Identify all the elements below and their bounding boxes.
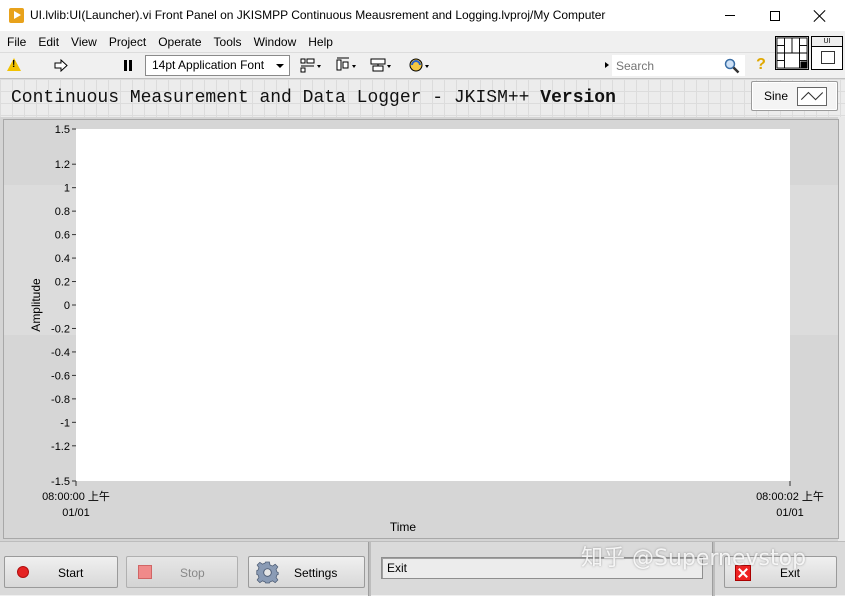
signal-type-ring[interactable]: Sine [751, 81, 838, 111]
x-axis-label: Time [390, 520, 417, 534]
plot-area[interactable] [76, 129, 790, 481]
vi-icon[interactable]: UI [811, 36, 843, 70]
record-circle-icon [17, 566, 29, 578]
stop-button-label: Stop [180, 566, 205, 580]
font-select-value: 14pt Application Font [152, 58, 265, 72]
close-button[interactable] [797, 0, 843, 31]
front-panel: Continuous Measurement and Data Logger -… [0, 78, 845, 596]
context-help-icon[interactable]: ? [753, 56, 769, 75]
y-tick-label: -1 [60, 417, 70, 429]
bottom-divider [368, 542, 371, 596]
menu-tools[interactable]: Tools [208, 35, 248, 49]
menu-window[interactable]: Window [248, 35, 303, 49]
resize-objects-icon[interactable] [369, 57, 393, 74]
settings-button[interactable]: Settings [248, 556, 365, 588]
start-button-label: Start [58, 566, 84, 580]
watermark: 知乎 @Supernevstop [581, 546, 807, 571]
x-tick-time-label: 08:00:02 上午 [756, 490, 824, 503]
pause-icon[interactable] [123, 60, 133, 71]
connector-pane-icon[interactable] [775, 36, 809, 70]
y-tick-label: 0.6 [55, 230, 70, 242]
panel-header: Continuous Measurement and Data Logger -… [0, 79, 845, 117]
y-axis-label: Amplitude [29, 278, 43, 332]
y-tick-label: -0.6 [51, 370, 70, 382]
menu-file[interactable]: File [0, 35, 32, 49]
panel-edge [838, 79, 845, 595]
waveform-chart: 1.5 1.2 1 0.8 0.6 0.4 0.2 0 -0.2 -0.4 -0.6 -0.8 -1 -1… [3, 119, 839, 539]
vi-icon-glyph [821, 51, 835, 64]
maximize-icon [770, 10, 780, 21]
y-tick-label: -1.2 [51, 441, 70, 453]
y-tick-label: 1.2 [55, 159, 70, 171]
y-tick-label: 0.2 [55, 277, 70, 289]
settings-button-label: Settings [294, 566, 338, 580]
warning-icon[interactable] [7, 58, 21, 71]
menu-project[interactable]: Project [103, 35, 152, 49]
title-bar: UI.lvlib:UI(Launcher).vi Front Panel on … [0, 0, 845, 31]
x-tick-date-label: 01/01 [62, 507, 90, 519]
window-title: UI.lvlib:UI(Launcher).vi Front Panel on … [30, 8, 606, 22]
chevron-down-icon [276, 64, 284, 68]
labview-vi-icon [9, 8, 24, 23]
close-icon [814, 10, 826, 22]
x-tick-time-label: 08:00:00 上午 [42, 490, 110, 503]
search-input[interactable] [616, 57, 716, 74]
signal-type-label: Sine [764, 89, 789, 103]
y-tick-label: -0.2 [51, 323, 70, 335]
app-title-text: Continuous Measurement and Data Logger -… [11, 88, 541, 108]
y-tick-label: -1.5 [51, 476, 70, 488]
app-title: Continuous Measurement and Data Logger -… [11, 88, 616, 108]
reorder-icon[interactable] [407, 57, 431, 74]
chart-svg: 1.5 1.2 1 0.8 0.6 0.4 0.2 0 -0.2 -0.4 -0.6 -0.8 -1 -1… [29, 124, 824, 534]
minimize-icon [725, 15, 735, 16]
y-tick-label: 0 [64, 300, 70, 312]
menu-edit[interactable]: Edit [32, 35, 65, 49]
y-tick-label: 1 [64, 183, 70, 195]
x-tick-date-label: 01/01 [776, 507, 804, 519]
search-icon[interactable] [724, 58, 740, 74]
search-box [612, 55, 745, 76]
gear-icon [256, 561, 279, 584]
menu-help[interactable]: Help [302, 35, 339, 49]
stop-button[interactable]: Stop [126, 556, 238, 588]
sine-wave-icon [797, 87, 827, 106]
distribute-objects-icon[interactable] [335, 57, 359, 74]
run-arrow-icon[interactable] [54, 59, 68, 72]
maximize-button[interactable] [752, 0, 798, 31]
search-scope-arrow-icon[interactable] [605, 62, 609, 68]
menu-view[interactable]: View [65, 35, 103, 49]
menu-bar: File Edit View Project Operate Tools Win… [0, 31, 775, 52]
y-tick-label: 0.8 [55, 206, 70, 218]
y-tick-label: 1.5 [55, 124, 70, 136]
y-tick-label: 0.4 [55, 253, 70, 265]
toolbar: 14pt Application Font ? [0, 52, 775, 78]
font-select[interactable]: 14pt Application Font [145, 55, 290, 76]
menu-operate[interactable]: Operate [152, 35, 207, 49]
minimize-button[interactable] [707, 0, 753, 31]
vi-icon-label: UI [812, 37, 842, 47]
stop-square-icon [138, 565, 152, 579]
app-title-version: Version [540, 88, 616, 108]
y-tick-label: -0.4 [51, 347, 70, 359]
start-button[interactable]: Start [4, 556, 118, 588]
align-objects-icon[interactable] [299, 57, 323, 74]
y-tick-label: -0.8 [51, 394, 70, 406]
